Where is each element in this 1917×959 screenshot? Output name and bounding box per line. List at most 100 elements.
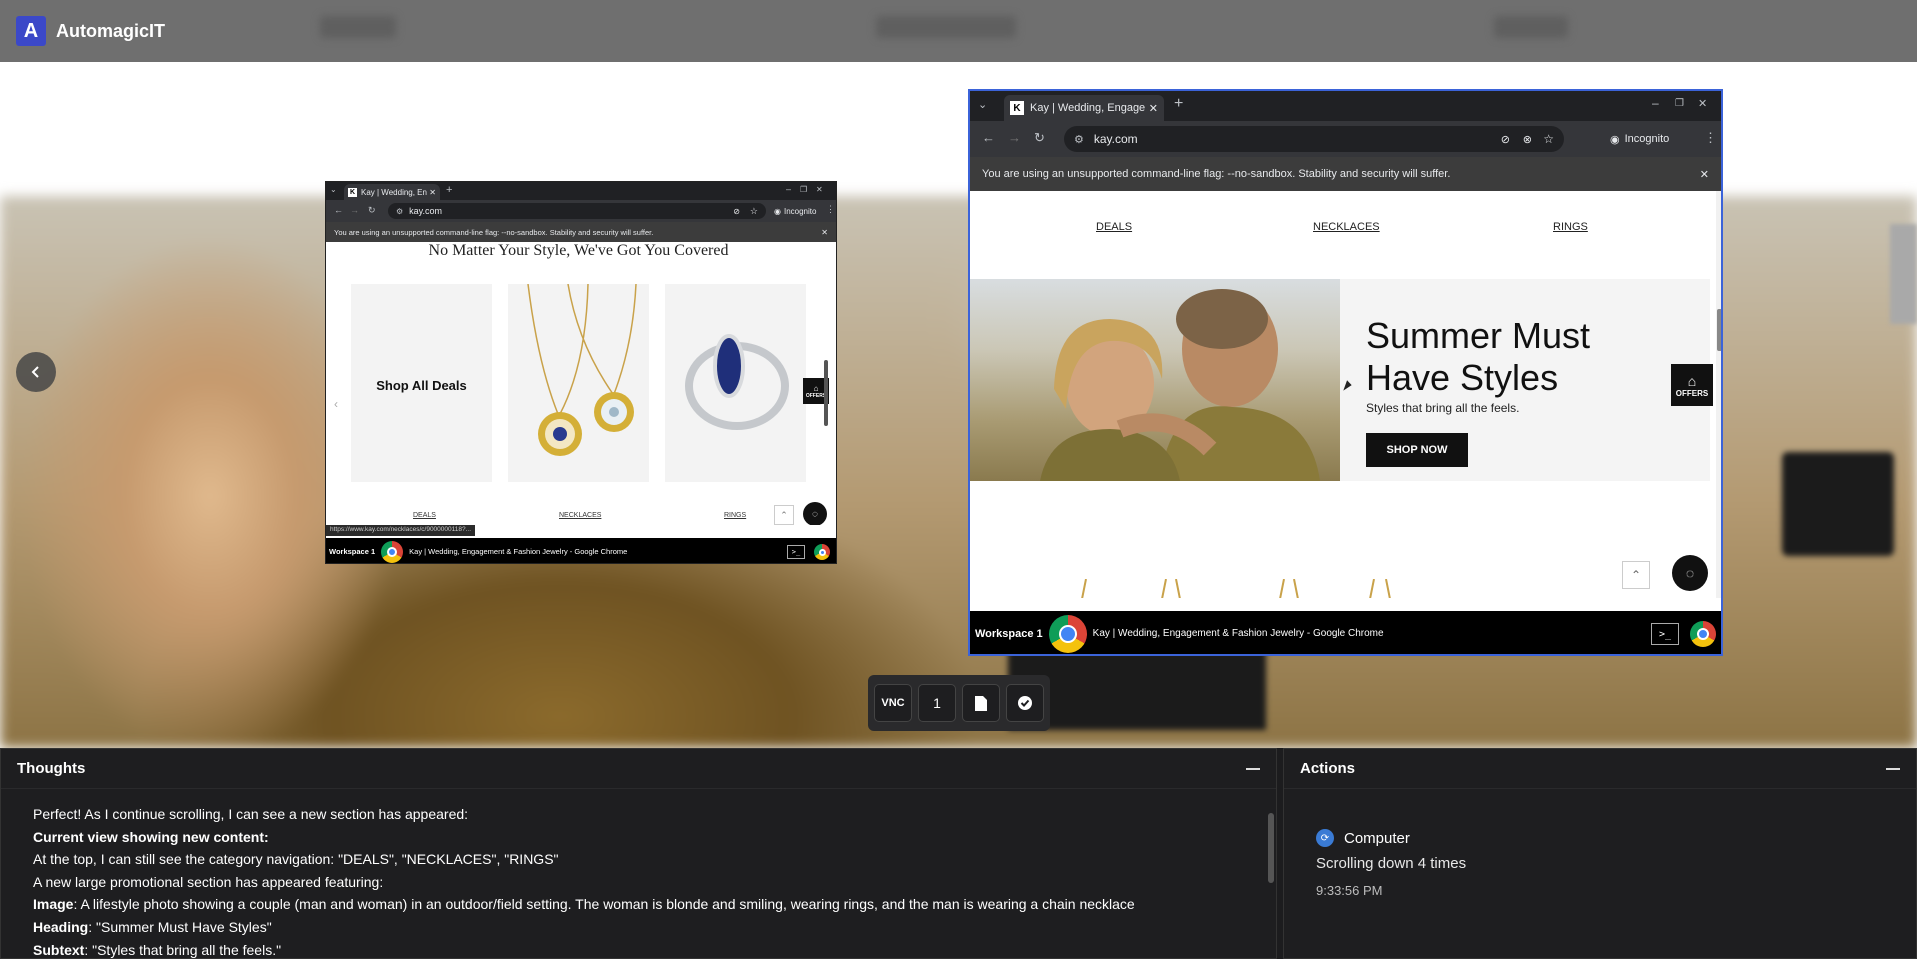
minimize-icon[interactable]: – (786, 184, 791, 194)
thought-line-text: At the top, I can still see the category… (33, 851, 559, 868)
url-field[interactable]: ⚙ kay.com ⊘ ⊗ ☆ (1064, 126, 1564, 152)
incognito-indicator[interactable]: ◉ Incognito (774, 203, 816, 219)
site-info-icon[interactable]: ⚙ (1074, 133, 1084, 146)
chat-button[interactable]: ◌ (803, 502, 827, 525)
chat-bubble-icon: ◌ (1685, 565, 1695, 581)
reload-icon[interactable]: ↻ (368, 205, 376, 216)
workspace-number-button[interactable]: 1 (918, 684, 956, 722)
new-tab-icon[interactable]: + (1174, 95, 1183, 113)
chat-button[interactable]: ◌ (1672, 555, 1708, 591)
necklace-card[interactable] (508, 283, 649, 482)
thought-line: Perfect! As I continue scrolling, I can … (33, 803, 1253, 826)
back-to-top-button[interactable]: ⌃ (1622, 561, 1650, 589)
chrome-icon[interactable] (1048, 614, 1087, 653)
infobar-close-icon[interactable]: ✕ (1700, 168, 1709, 181)
thought-line: Subtext: "Styles that bring all the feel… (33, 939, 1253, 959)
chevron-left-icon (31, 366, 39, 378)
back-icon[interactable]: ← (334, 205, 343, 215)
infobar-close-icon[interactable]: ✕ (821, 228, 828, 237)
actions-minimize-button[interactable] (1886, 760, 1900, 778)
site-info-icon[interactable]: ⚙ (396, 207, 403, 216)
page-scrollbar-thumb[interactable] (1717, 309, 1721, 351)
page-scrollbar[interactable] (824, 360, 828, 426)
terminal-icon[interactable]: >_ (787, 545, 805, 559)
offers-badge[interactable]: ⌂ OFFERS (1671, 364, 1713, 406)
document-icon (975, 695, 987, 711)
browser-tab[interactable]: K Kay | Wedding, Engageme ✕ (1004, 95, 1164, 121)
minimize-icon[interactable]: – (1652, 96, 1659, 110)
eye-off-icon[interactable]: ⊘ (733, 207, 740, 216)
thought-line-label: Heading (33, 918, 89, 935)
shop-deals-label: Shop All Deals (376, 378, 467, 393)
category-necklaces-link[interactable]: NECKLACES (1313, 221, 1380, 233)
category-deals-link[interactable]: DEALS (413, 512, 436, 519)
small-browser-window: ⌄ K Kay | Wedding, Engagem ✕ + – ❐ ✕ ← →… (325, 181, 837, 564)
bookmark-star-icon[interactable]: ☆ (1543, 132, 1554, 146)
new-tab-icon[interactable]: + (446, 184, 452, 196)
offers-label: OFFERS (1675, 388, 1709, 398)
browser-tab[interactable]: K Kay | Wedding, Engagem ✕ (344, 184, 440, 200)
thoughts-minimize-button[interactable] (1246, 760, 1260, 778)
taskbar-window-title[interactable]: Kay | Wedding, Engagement & Fashion Jewe… (1093, 628, 1384, 639)
thoughts-content: Perfect! As I continue scrolling, I can … (33, 803, 1253, 959)
taskbar-window-title[interactable]: Kay | Wedding, Engagement & Fashion Jewe… (409, 547, 627, 556)
terminal-icon[interactable]: >_ (1651, 623, 1679, 645)
back-icon[interactable]: ← (982, 130, 995, 145)
document-button[interactable] (962, 684, 1000, 722)
vnc-button[interactable]: VNC (874, 684, 912, 722)
thoughts-scroll-thumb[interactable] (1268, 813, 1274, 883)
kebab-menu-icon[interactable]: ⋮ (1704, 130, 1717, 146)
bookmark-star-icon[interactable]: ☆ (750, 206, 758, 217)
check-circle-icon (1018, 696, 1032, 710)
url-text: kay.com (1093, 132, 1138, 146)
chrome-tray-icon[interactable] (814, 544, 830, 560)
tab-title: Kay | Wedding, Engageme (1030, 102, 1145, 114)
workspace-label[interactable]: Workspace 1 (329, 547, 375, 556)
forward-icon[interactable]: → (1008, 130, 1021, 145)
page-viewport: DEALS NECKLACES RINGS Summer Must Have S… (970, 191, 1721, 598)
shop-deals-card[interactable]: Shop All Deals (351, 284, 492, 482)
chrome-tray-icon[interactable] (1690, 621, 1716, 647)
carousel-prev-button[interactable] (16, 352, 56, 392)
vnc-toolbar: VNC 1 (868, 675, 1050, 731)
large-browser-window: ⌄ K Kay | Wedding, Engageme ✕ + – ❐ ✕ ← … (968, 89, 1723, 656)
tracking-off-icon[interactable]: ⊗ (1523, 133, 1532, 146)
check-button[interactable] (1006, 684, 1044, 722)
banner-subtext: Styles that bring all the feels. (1366, 401, 1520, 415)
couple-lifestyle-photo (970, 279, 1340, 481)
kebab-menu-icon[interactable]: ⋮ (826, 204, 835, 215)
action-tool-name: Computer (1344, 829, 1410, 847)
chat-bubble-icon: ◌ (812, 508, 818, 520)
category-rings-link[interactable]: RINGS (1553, 221, 1588, 233)
shop-now-button[interactable]: SHOP NOW (1366, 433, 1468, 467)
chrome-icon[interactable] (381, 540, 404, 563)
incognito-indicator[interactable]: ◉ Incognito (1610, 128, 1669, 150)
back-to-top-button[interactable]: ⌃ (774, 505, 794, 525)
necklace-row-preview (1081, 579, 1391, 598)
window-close-icon[interactable]: ✕ (816, 185, 823, 194)
reload-icon[interactable]: ↻ (1034, 130, 1045, 146)
page-scrollbar-track[interactable] (1716, 191, 1721, 598)
category-deals-link[interactable]: DEALS (1096, 221, 1132, 233)
url-field[interactable]: ⚙ kay.com ⊘ ☆ (388, 203, 766, 219)
ring-card[interactable] (665, 284, 806, 482)
category-necklaces-link[interactable]: NECKLACES (559, 512, 601, 519)
workspace-label[interactable]: Workspace 1 (975, 628, 1043, 640)
tab-search-icon[interactable]: ⌄ (330, 185, 337, 194)
forward-icon[interactable]: → (350, 205, 359, 215)
restore-icon[interactable]: ❐ (800, 185, 807, 194)
window-close-icon[interactable]: ✕ (1698, 97, 1707, 110)
restore-icon[interactable]: ❐ (1675, 98, 1684, 109)
category-rings-link[interactable]: RINGS (724, 512, 746, 519)
tab-close-icon[interactable]: ✕ (429, 188, 436, 197)
infobar-message: You are using an unsupported command-lin… (334, 227, 654, 237)
carousel-left-icon[interactable]: ‹ (334, 397, 338, 411)
incognito-label: Incognito (783, 206, 817, 216)
tab-search-icon[interactable]: ⌄ (978, 98, 987, 111)
tab-close-icon[interactable]: ✕ (1149, 102, 1158, 115)
thoughts-scrollbar[interactable] (1268, 793, 1274, 956)
incognito-icon: ◉ (1610, 133, 1620, 146)
eye-off-icon[interactable]: ⊘ (1501, 133, 1510, 146)
section-heading: No Matter Your Style, We've Got You Cove… (428, 242, 729, 259)
necklace-image (527, 283, 637, 456)
